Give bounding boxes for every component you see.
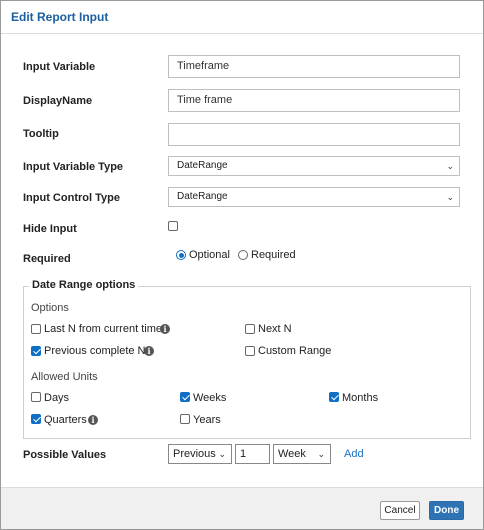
tooltip-field[interactable]	[168, 123, 460, 146]
weeks-checkbox[interactable]	[180, 392, 190, 402]
months-checkbox[interactable]	[329, 392, 339, 402]
report-input-dialog: Edit Report Input Input Variable Timefra…	[0, 0, 484, 530]
hide-input-label: Hide Input	[23, 223, 77, 235]
info-icon[interactable]: i	[88, 415, 98, 425]
years-checkbox[interactable]	[180, 414, 190, 424]
display-name-field[interactable]: Time frame	[168, 89, 460, 112]
input-variable-type-select[interactable]: DateRange ⌄	[168, 156, 460, 176]
input-control-type-select[interactable]: DateRange ⌄	[168, 187, 460, 207]
input-control-type-label: Input Control Type	[23, 192, 120, 204]
hide-input-checkbox[interactable]	[168, 221, 178, 231]
input-variable-label: Input Variable	[23, 61, 96, 73]
days-label: Days	[44, 392, 70, 404]
days-checkbox[interactable]	[31, 392, 41, 402]
tooltip-label: Tooltip	[23, 128, 59, 140]
chevron-down-icon: ⌄	[218, 449, 226, 459]
years-label: Years	[193, 414, 221, 426]
chevron-down-icon: ⌄	[446, 161, 454, 171]
custom-range-label: Custom Range	[258, 345, 332, 357]
direction-select[interactable]: Previous ⌄	[168, 444, 232, 464]
count-input[interactable]: 1	[235, 444, 270, 464]
info-icon[interactable]: i	[160, 324, 170, 334]
dialog-title: Edit Report Input	[11, 10, 109, 24]
info-icon[interactable]: i	[144, 346, 154, 356]
previous-complete-n-checkbox[interactable]	[31, 346, 41, 356]
required-label: Required	[23, 253, 71, 265]
unit-value: Week	[278, 448, 306, 460]
direction-value: Previous	[173, 448, 216, 460]
allowed-units-heading: Allowed Units	[31, 371, 98, 383]
cancel-button[interactable]: Cancel	[380, 501, 420, 520]
display-name-label: DisplayName	[23, 95, 93, 107]
required-radio[interactable]	[238, 250, 248, 260]
input-variable-field[interactable]: Timeframe	[168, 55, 460, 78]
input-control-type-value: DateRange	[177, 191, 228, 202]
next-n-label: Next N	[258, 323, 292, 335]
input-variable-type-label: Input Variable Type	[23, 161, 124, 173]
date-range-legend: Date Range options	[29, 279, 139, 291]
quarters-checkbox[interactable]	[31, 414, 41, 424]
previous-complete-n-label: Previous complete N	[44, 345, 146, 357]
chevron-down-icon: ⌄	[446, 192, 454, 202]
quarters-label: Quarters	[44, 414, 87, 426]
dialog-header: Edit Report Input	[1, 1, 483, 34]
custom-range-checkbox[interactable]	[245, 346, 255, 356]
chevron-down-icon: ⌄	[317, 449, 325, 459]
months-label: Months	[342, 392, 379, 404]
done-button[interactable]: Done	[429, 501, 464, 520]
options-heading: Options	[31, 302, 69, 314]
unit-select[interactable]: Week ⌄	[273, 444, 331, 464]
weeks-label: Weeks	[193, 392, 227, 404]
input-variable-type-value: DateRange	[177, 160, 228, 171]
possible-values-label: Possible Values	[23, 449, 107, 461]
last-n-label: Last N from current time	[44, 323, 162, 335]
next-n-checkbox[interactable]	[245, 324, 255, 334]
last-n-checkbox[interactable]	[31, 324, 41, 334]
add-link[interactable]: Add	[344, 448, 364, 460]
optional-radio[interactable]	[176, 250, 186, 260]
optional-radio-label: Optional	[189, 249, 230, 261]
required-radio-label: Required	[251, 249, 296, 261]
